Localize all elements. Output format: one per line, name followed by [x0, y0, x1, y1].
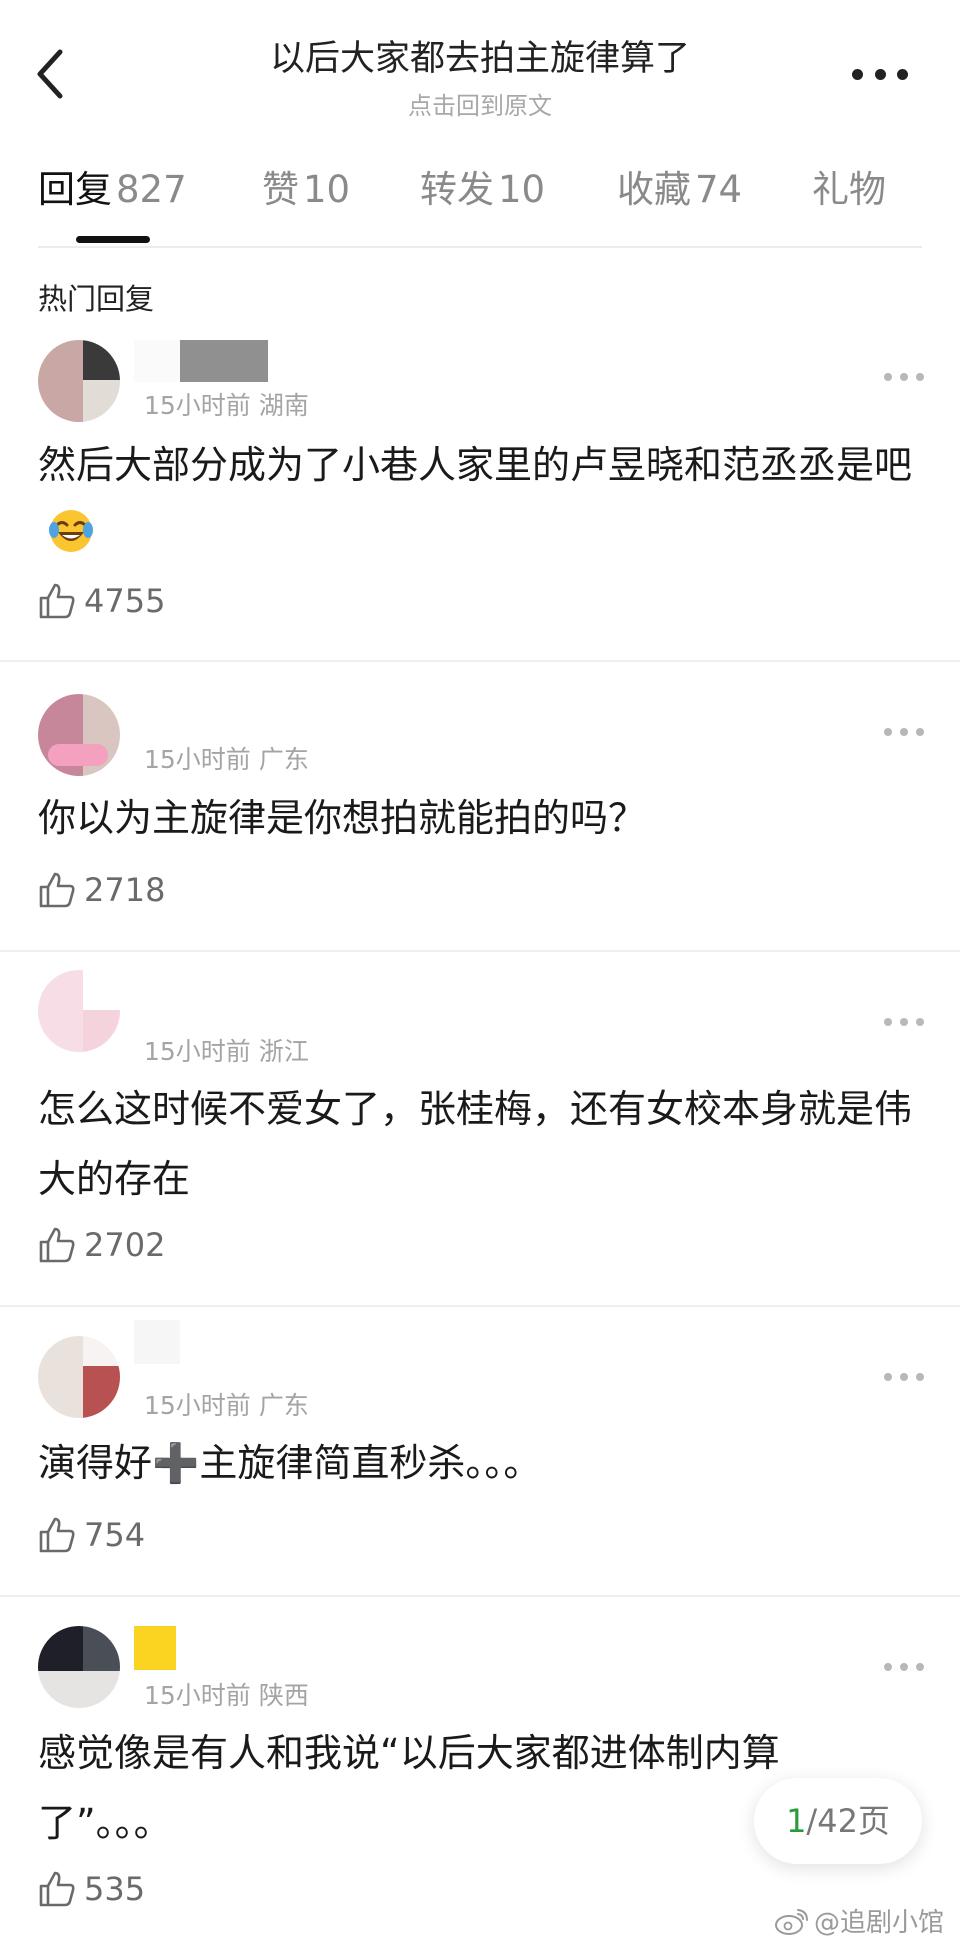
thumbs-up-icon: [39, 1517, 75, 1553]
like-count: 4755: [84, 582, 166, 620]
like-count: 2718: [84, 871, 166, 909]
back-button[interactable]: [30, 44, 80, 104]
like-button[interactable]: 4755: [38, 579, 165, 623]
thumbs-up-icon: [39, 1227, 75, 1263]
thumbs-up-icon: [39, 583, 75, 619]
more-dots-icon: [852, 68, 863, 80]
divider: [0, 660, 960, 662]
more-dots-icon: [884, 1018, 892, 1026]
tab-bar: 回复 827 赞 10 转发 10 收藏 74 礼物: [0, 160, 960, 245]
comment-more-button[interactable]: [884, 371, 924, 383]
chevron-left-icon: [37, 49, 63, 99]
thumbs-up-icon: [39, 872, 75, 908]
thumbs-up-icon: [39, 1871, 75, 1907]
comment-meta: 15小时前 浙江: [144, 1032, 309, 1068]
comment-time: 15小时前: [144, 1391, 251, 1420]
tab-favorites[interactable]: 收藏 74: [617, 160, 742, 220]
weibo-logo-icon: [774, 1908, 808, 1935]
section-title-hot-replies: 热门回复: [38, 282, 155, 316]
more-dots-icon: [884, 1663, 892, 1671]
username-mask: [134, 1320, 180, 1364]
comment-time: 15小时前: [144, 1681, 251, 1710]
more-options-button[interactable]: [852, 64, 908, 84]
watermark: @追剧小馆: [774, 1902, 944, 1939]
like-button[interactable]: 754: [38, 1513, 145, 1557]
comment-text[interactable]: 感觉像是有人和我说“以后大家都进体制内算了”。。。: [38, 1718, 838, 1858]
divider: [0, 1595, 960, 1597]
comment-location: 湖南: [258, 391, 309, 420]
top-bar: 以后大家都去拍主旋律算了 点击回到原文: [0, 0, 960, 135]
username-mask: [134, 1626, 176, 1670]
avatar[interactable]: [38, 1626, 120, 1708]
avatar[interactable]: [38, 694, 120, 776]
more-dots-icon: [884, 373, 892, 381]
comment-location: 陕西: [258, 1681, 309, 1710]
current-page: 1: [786, 1802, 807, 1840]
laughing-crying-emoji-icon: [49, 510, 93, 552]
avatar[interactable]: [38, 970, 120, 1052]
comment-more-button[interactable]: [884, 1016, 924, 1028]
comment-time: 15小时前: [144, 1037, 251, 1066]
comment-meta: 15小时前 广东: [144, 740, 309, 776]
like-count: 535: [84, 1870, 146, 1908]
back-to-original-link[interactable]: 点击回到原文: [160, 86, 800, 121]
like-button[interactable]: 2702: [38, 1223, 165, 1267]
comment-meta: 15小时前 广东: [144, 1386, 309, 1422]
comment-text[interactable]: 怎么这时候不爱女了，张桂梅，还有女校本身就是伟大的存在: [38, 1074, 928, 1214]
comment-text[interactable]: 你以为主旋律是你想拍就能拍的吗？: [38, 783, 928, 853]
comment-location: 浙江: [258, 1037, 309, 1066]
like-button[interactable]: 2718: [38, 868, 165, 912]
like-button[interactable]: 535: [38, 1867, 145, 1911]
comment-more-button[interactable]: [884, 1661, 924, 1673]
watermark-text: @追剧小馆: [813, 1908, 944, 1938]
more-dots-icon: [884, 728, 892, 736]
total-pages: /42页: [806, 1802, 890, 1840]
more-dots-icon: [884, 1373, 892, 1381]
comment-location: 广东: [258, 745, 309, 774]
comment-text[interactable]: 演得好➕主旋律简直秒杀。。。: [38, 1428, 928, 1498]
tab-replies[interactable]: 回复 827: [38, 160, 187, 220]
tab-reposts[interactable]: 转发 10: [420, 160, 545, 220]
comment-time: 15小时前: [144, 391, 251, 420]
username-mask: [134, 340, 180, 382]
avatar[interactable]: [38, 1336, 120, 1418]
comment-time: 15小时前: [144, 745, 251, 774]
page-indicator[interactable]: 1/42页: [754, 1778, 922, 1864]
comment-more-button[interactable]: [884, 726, 924, 738]
like-count: 754: [84, 1516, 146, 1554]
avatar[interactable]: [38, 340, 120, 422]
comment-location: 广东: [258, 1391, 309, 1420]
active-tab-indicator: [76, 236, 150, 243]
divider: [0, 950, 960, 952]
like-count: 2702: [84, 1226, 166, 1264]
comment-text[interactable]: 然后大部分成为了小巷人家里的卢昱晓和范丞丞是吧: [38, 430, 928, 570]
divider: [38, 246, 922, 248]
post-title[interactable]: 以后大家都去拍主旋律算了: [160, 30, 800, 81]
comment-meta: 15小时前 湖南: [144, 386, 309, 422]
divider: [0, 1305, 960, 1307]
tab-likes[interactable]: 赞 10: [262, 160, 350, 220]
comment-meta: 15小时前 陕西: [144, 1676, 309, 1712]
tab-gifts[interactable]: 礼物: [812, 160, 886, 220]
comment-more-button[interactable]: [884, 1371, 924, 1383]
username-mask[interactable]: [180, 340, 268, 382]
